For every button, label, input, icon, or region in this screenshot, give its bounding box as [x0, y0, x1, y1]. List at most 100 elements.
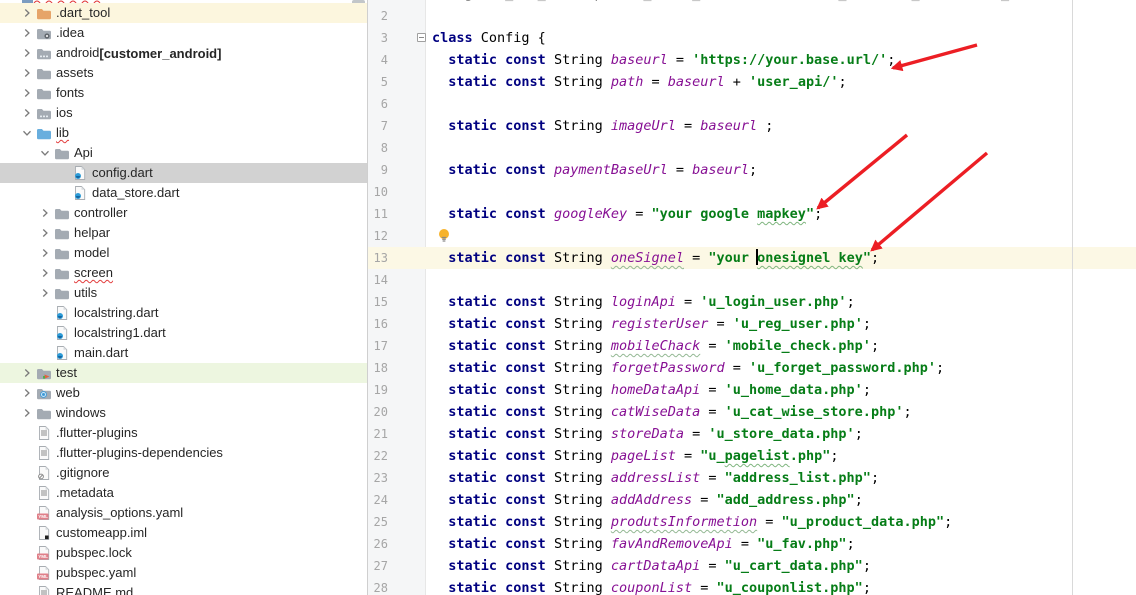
code-line-14[interactable] [432, 269, 1050, 291]
code-line-8[interactable] [432, 137, 1050, 159]
tree-item-label: test [56, 365, 77, 381]
code-line-4[interactable]: static const String baseurl = 'https://y… [432, 49, 1050, 71]
chevron-right-icon[interactable] [18, 65, 36, 81]
token-kw: static const [448, 448, 554, 464]
code-line-20[interactable]: static const String catWiseData = 'u_cat… [432, 401, 1050, 423]
code-line-5[interactable]: static const String path = baseurl + 'us… [432, 71, 1050, 93]
tree-item-android[interactable]: android [customer_android] [0, 43, 368, 63]
tree-item-test[interactable]: test [0, 363, 368, 383]
tree-item-config-dart[interactable]: config.dart [0, 163, 368, 183]
code-line-1[interactable]: // ignore_for_file: prefer_const_constru… [432, 0, 1050, 5]
code-line-7[interactable]: static const String imageUrl = baseurl ; [432, 115, 1050, 137]
code-editor[interactable]: 1234567891011121314151617181920212223242… [368, 0, 1136, 595]
tree-item-screen[interactable]: screen [0, 263, 368, 283]
code-line-9[interactable]: static const paymentBaseUrl = baseurl; [432, 159, 1050, 181]
tree-item-label: helpar [74, 225, 110, 241]
chevron-right-icon[interactable] [18, 385, 36, 401]
tree-item-label: .gitignore [56, 465, 109, 481]
tree-item-label: fonts [56, 85, 84, 101]
code-line-23[interactable]: static const String addressList = "addre… [432, 467, 1050, 489]
token-type: String [554, 316, 611, 332]
folder-module-icon [36, 105, 52, 121]
tree-item--dart-tool[interactable]: .dart_tool [0, 3, 368, 23]
tree-item-controller[interactable]: controller [0, 203, 368, 223]
chevron-right-icon[interactable] [36, 285, 54, 301]
code-fold-icon[interactable] [417, 33, 426, 42]
tree-item-assets[interactable]: assets [0, 63, 368, 83]
line-number: 4 [368, 49, 388, 71]
chevron-right-icon[interactable] [18, 365, 36, 381]
token-field: baseurl [692, 162, 749, 178]
chevron-right-icon[interactable] [18, 5, 36, 21]
chevron-right-icon[interactable] [18, 85, 36, 101]
code-line-27[interactable]: static const String cartDataApi = "u_car… [432, 555, 1050, 577]
chevron-right-icon[interactable] [36, 205, 54, 221]
code-line-15[interactable]: static const String loginApi = 'u_login_… [432, 291, 1050, 313]
code-line-11[interactable]: static const googleKey = "your google ma… [432, 203, 1050, 225]
code-line-17[interactable]: static const String mobileChack = 'mobil… [432, 335, 1050, 357]
tree-item-web[interactable]: web [0, 383, 368, 403]
chevron-down-icon[interactable] [36, 145, 54, 161]
code-line-25[interactable]: static const String produtsInformetion =… [432, 511, 1050, 533]
tree-item-pubspec-lock[interactable]: YMLpubspec.lock [0, 543, 368, 563]
code-line-13[interactable]: static const String oneSignel = "your on… [432, 247, 1050, 269]
tree-item-lib[interactable]: lib [0, 123, 368, 143]
code-line-28[interactable]: static const String couponList = "u_coup… [432, 577, 1050, 595]
token-kw: static const [448, 360, 554, 376]
token-str: .php" [790, 448, 831, 464]
tree-item--metadata[interactable]: .metadata [0, 483, 368, 503]
tree-item-customeapp-iml[interactable]: customeapp.iml [0, 523, 368, 543]
tree-item--idea[interactable]: .idea [0, 23, 368, 43]
code-line-10[interactable] [432, 181, 1050, 203]
token-plain: = [676, 294, 700, 310]
line-number: 27 [368, 555, 388, 577]
tree-item--flutter-plugins-dependencies[interactable]: .flutter-plugins-dependencies [0, 443, 368, 463]
code-line-26[interactable]: static const String favAndRemoveApi = "u… [432, 533, 1050, 555]
chevron-down-icon[interactable] [18, 125, 36, 141]
intention-bulb-icon[interactable] [437, 228, 451, 244]
chevron-right-icon[interactable] [18, 25, 36, 41]
tree-item-windows[interactable]: windows [0, 403, 368, 423]
chevron-right-icon[interactable] [36, 245, 54, 261]
tree-item-utils[interactable]: utils [0, 283, 368, 303]
code-line-12[interactable] [432, 225, 1050, 247]
tree-item-data-store-dart[interactable]: data_store.dart [0, 183, 368, 203]
code-line-6[interactable] [432, 93, 1050, 115]
token-plain: ; [944, 514, 952, 530]
code-line-18[interactable]: static const String forgetPassword = 'u_… [432, 357, 1050, 379]
chevron-right-icon[interactable] [36, 265, 54, 281]
token-plain: = [700, 470, 724, 486]
tree-item-api[interactable]: Api [0, 143, 368, 163]
token-plain [432, 404, 448, 420]
code-line-3[interactable]: class Config { [432, 27, 1050, 49]
code-line-21[interactable]: static const String storeData = 'u_store… [432, 423, 1050, 445]
code-line-19[interactable]: static const String homeDataApi = 'u_hom… [432, 379, 1050, 401]
chevron-right-icon[interactable] [18, 105, 36, 121]
tree-item-model[interactable]: model [0, 243, 368, 263]
tree-item-ios[interactable]: ios [0, 103, 368, 123]
tree-item-fonts[interactable]: fonts [0, 83, 368, 103]
code-line-24[interactable]: static const String addAddress = "add_ad… [432, 489, 1050, 511]
tree-item-main-dart[interactable]: main.dart [0, 343, 368, 363]
code-line-16[interactable]: static const String registerUser = 'u_re… [432, 313, 1050, 335]
code-area[interactable]: // ignore_for_file: prefer_const_constru… [432, 0, 1050, 595]
tree-item-helpar[interactable]: helpar [0, 223, 368, 243]
tree-item-analysis-options-yaml[interactable]: YMLanalysis_options.yaml [0, 503, 368, 523]
token-field: storeData [611, 426, 684, 442]
tree-item-localstring-dart[interactable]: localstring.dart [0, 303, 368, 323]
tree-item--flutter-plugins[interactable]: .flutter-plugins [0, 423, 368, 443]
token-comment: // ignore_for_file: prefer_const_constru… [432, 0, 1050, 2]
chevron-right-icon[interactable] [36, 225, 54, 241]
code-line-22[interactable]: static const String pageList = "u_pageli… [432, 445, 1050, 467]
token-type: String [554, 52, 611, 68]
text-file-icon [36, 585, 52, 595]
token-plain: = [733, 536, 757, 552]
chevron-right-icon[interactable] [18, 45, 36, 61]
token-type: String [554, 360, 611, 376]
chevron-right-icon[interactable] [18, 405, 36, 421]
tree-item--gitignore[interactable]: .gitignore [0, 463, 368, 483]
tree-item-localstring1-dart[interactable]: localstring1.dart [0, 323, 368, 343]
code-line-2[interactable] [432, 5, 1050, 27]
tree-item-pubspec-yaml[interactable]: YMLpubspec.yaml [0, 563, 368, 583]
tree-item-readme-md[interactable]: README.md [0, 583, 368, 595]
